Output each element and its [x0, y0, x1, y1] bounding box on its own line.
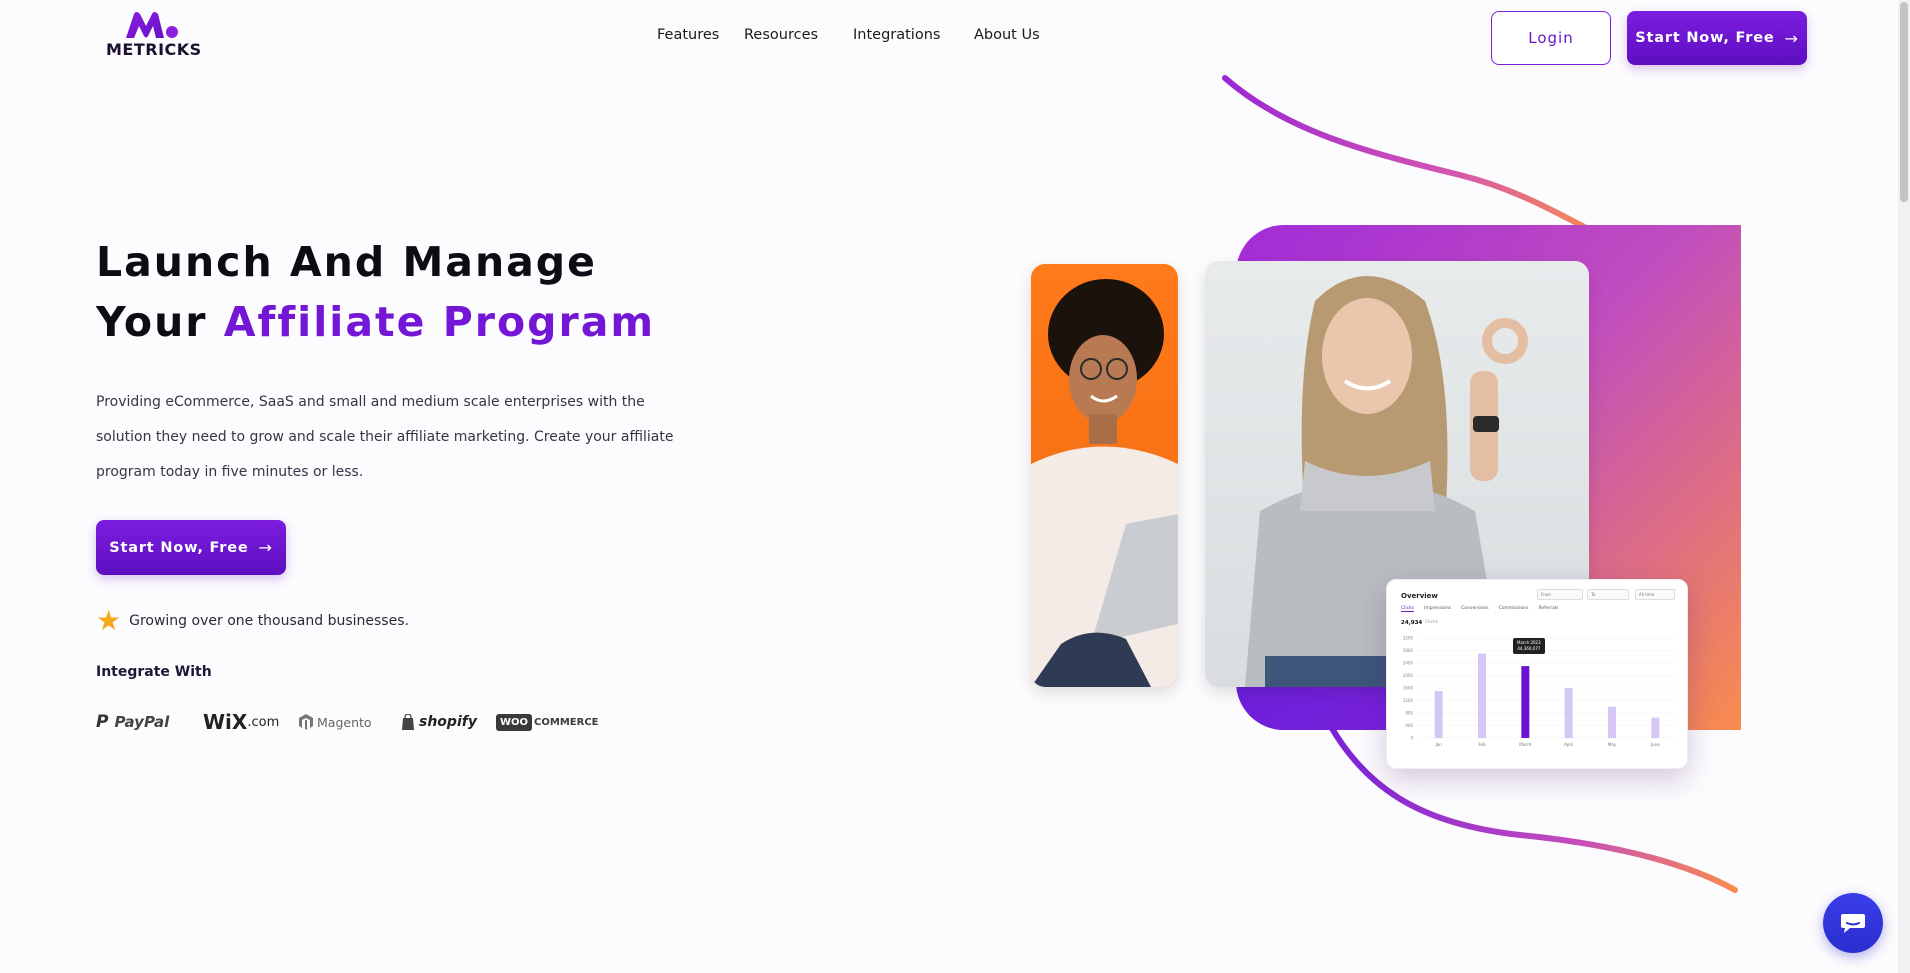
chat-widget-button[interactable]: [1823, 893, 1883, 953]
hero-title-prefix: Your: [96, 298, 224, 346]
chart-y-tick: 1200: [1403, 698, 1414, 703]
tooltip-value: 44,360,077: [1517, 646, 1541, 651]
login-button[interactable]: Login: [1491, 11, 1611, 65]
chart-y-tick: 2400: [1403, 661, 1414, 666]
growing-text: Growing over one thousand businesses.: [129, 613, 409, 629]
chart-x-label: April: [1564, 742, 1573, 747]
growing-badge: ★ Growing over one thousand businesses.: [96, 607, 409, 635]
shopify-logo: shopify: [401, 706, 477, 738]
landing-page: METRICKS Features Resources Integrations…: [0, 0, 1910, 973]
chart-y-tick: 0: [1410, 736, 1413, 741]
scrollbar-thumb[interactable]: [1900, 2, 1908, 202]
chart-y-tick: 400: [1405, 723, 1413, 728]
chart-x-label: Feb: [1478, 742, 1486, 747]
chart-bar[interactable]: [1608, 706, 1616, 738]
star-icon: ★: [96, 604, 122, 637]
nav-features[interactable]: Features: [657, 27, 719, 43]
chart-y-tick: 1600: [1403, 686, 1414, 691]
nav-resources[interactable]: Resources: [744, 27, 818, 43]
chart-bar[interactable]: [1478, 653, 1486, 738]
hero-description: Providing eCommerce, SaaS and small and …: [96, 394, 674, 480]
chart-x-label: March: [1519, 742, 1532, 747]
hero-title-line2: Your Affiliate Program: [96, 292, 655, 352]
hero-title-accent: Affiliate Program: [223, 298, 656, 346]
paypal-icon: P: [96, 712, 109, 732]
start-now-hero-button[interactable]: Start Now, Free →: [96, 520, 286, 575]
integrate-label: Integrate With: [96, 664, 212, 680]
magento-icon: [299, 714, 313, 730]
dashboard-bar-chart: 3200 2800 2400 2000 1600 1200 800 400 0 Jan Feb Mar…: [1403, 636, 1677, 747]
analytics-dashboard-card: Overview From To All time Clicks Impress…: [1386, 579, 1688, 769]
chart-y-tick: 2000: [1403, 673, 1414, 678]
start-now-label: Start Now, Free: [1635, 30, 1775, 46]
chart-tooltip: March 2023 44,360,077: [1513, 638, 1545, 654]
chart-x-label: June: [1650, 742, 1660, 747]
start-now-hero-label: Start Now, Free: [109, 539, 249, 556]
metricks-logo[interactable]: METRICKS: [106, 10, 201, 60]
arrow-right-icon: →: [258, 538, 273, 557]
chart-y-tick: 800: [1405, 711, 1413, 716]
chart-x-label: May: [1608, 742, 1617, 747]
wix-logo: WiX .com: [203, 710, 280, 734]
magento-logo: Magento: [299, 706, 372, 738]
chart-bar[interactable]: [1651, 717, 1660, 738]
man-illustration: [1031, 279, 1178, 687]
chart-bar[interactable]: [1434, 691, 1443, 738]
chart-bar[interactable]: [1521, 666, 1530, 738]
nav-about-us[interactable]: About Us: [974, 27, 1040, 43]
chart-y-tick: 3200: [1403, 636, 1414, 641]
logo-text: METRICKS: [106, 40, 202, 59]
hero-title-line1: Launch And Manage: [96, 238, 597, 286]
chart-y-tick: 2800: [1403, 648, 1414, 653]
page-scrollbar[interactable]: [1898, 0, 1910, 973]
chat-bubble-icon: [1841, 914, 1865, 933]
nav-integrations[interactable]: Integrations: [853, 27, 940, 43]
chart-x-label: Jan: [1435, 742, 1443, 747]
photo-man-with-laptop: [1031, 264, 1178, 687]
arrow-right-icon: →: [1784, 28, 1799, 48]
start-now-header-button[interactable]: Start Now, Free →: [1627, 11, 1807, 65]
hero-visual: Overview From To All time Clicks Impress…: [1000, 75, 1780, 905]
logo-mark-icon: [126, 12, 178, 38]
chart-bar[interactable]: [1564, 688, 1573, 738]
hero-title: Launch And Manage Your Affiliate Program: [96, 232, 655, 352]
paypal-logo: P PayPal: [96, 712, 170, 732]
woocommerce-logo: WOO COMMERCE: [496, 706, 599, 738]
shopify-bag-icon: [402, 714, 414, 730]
